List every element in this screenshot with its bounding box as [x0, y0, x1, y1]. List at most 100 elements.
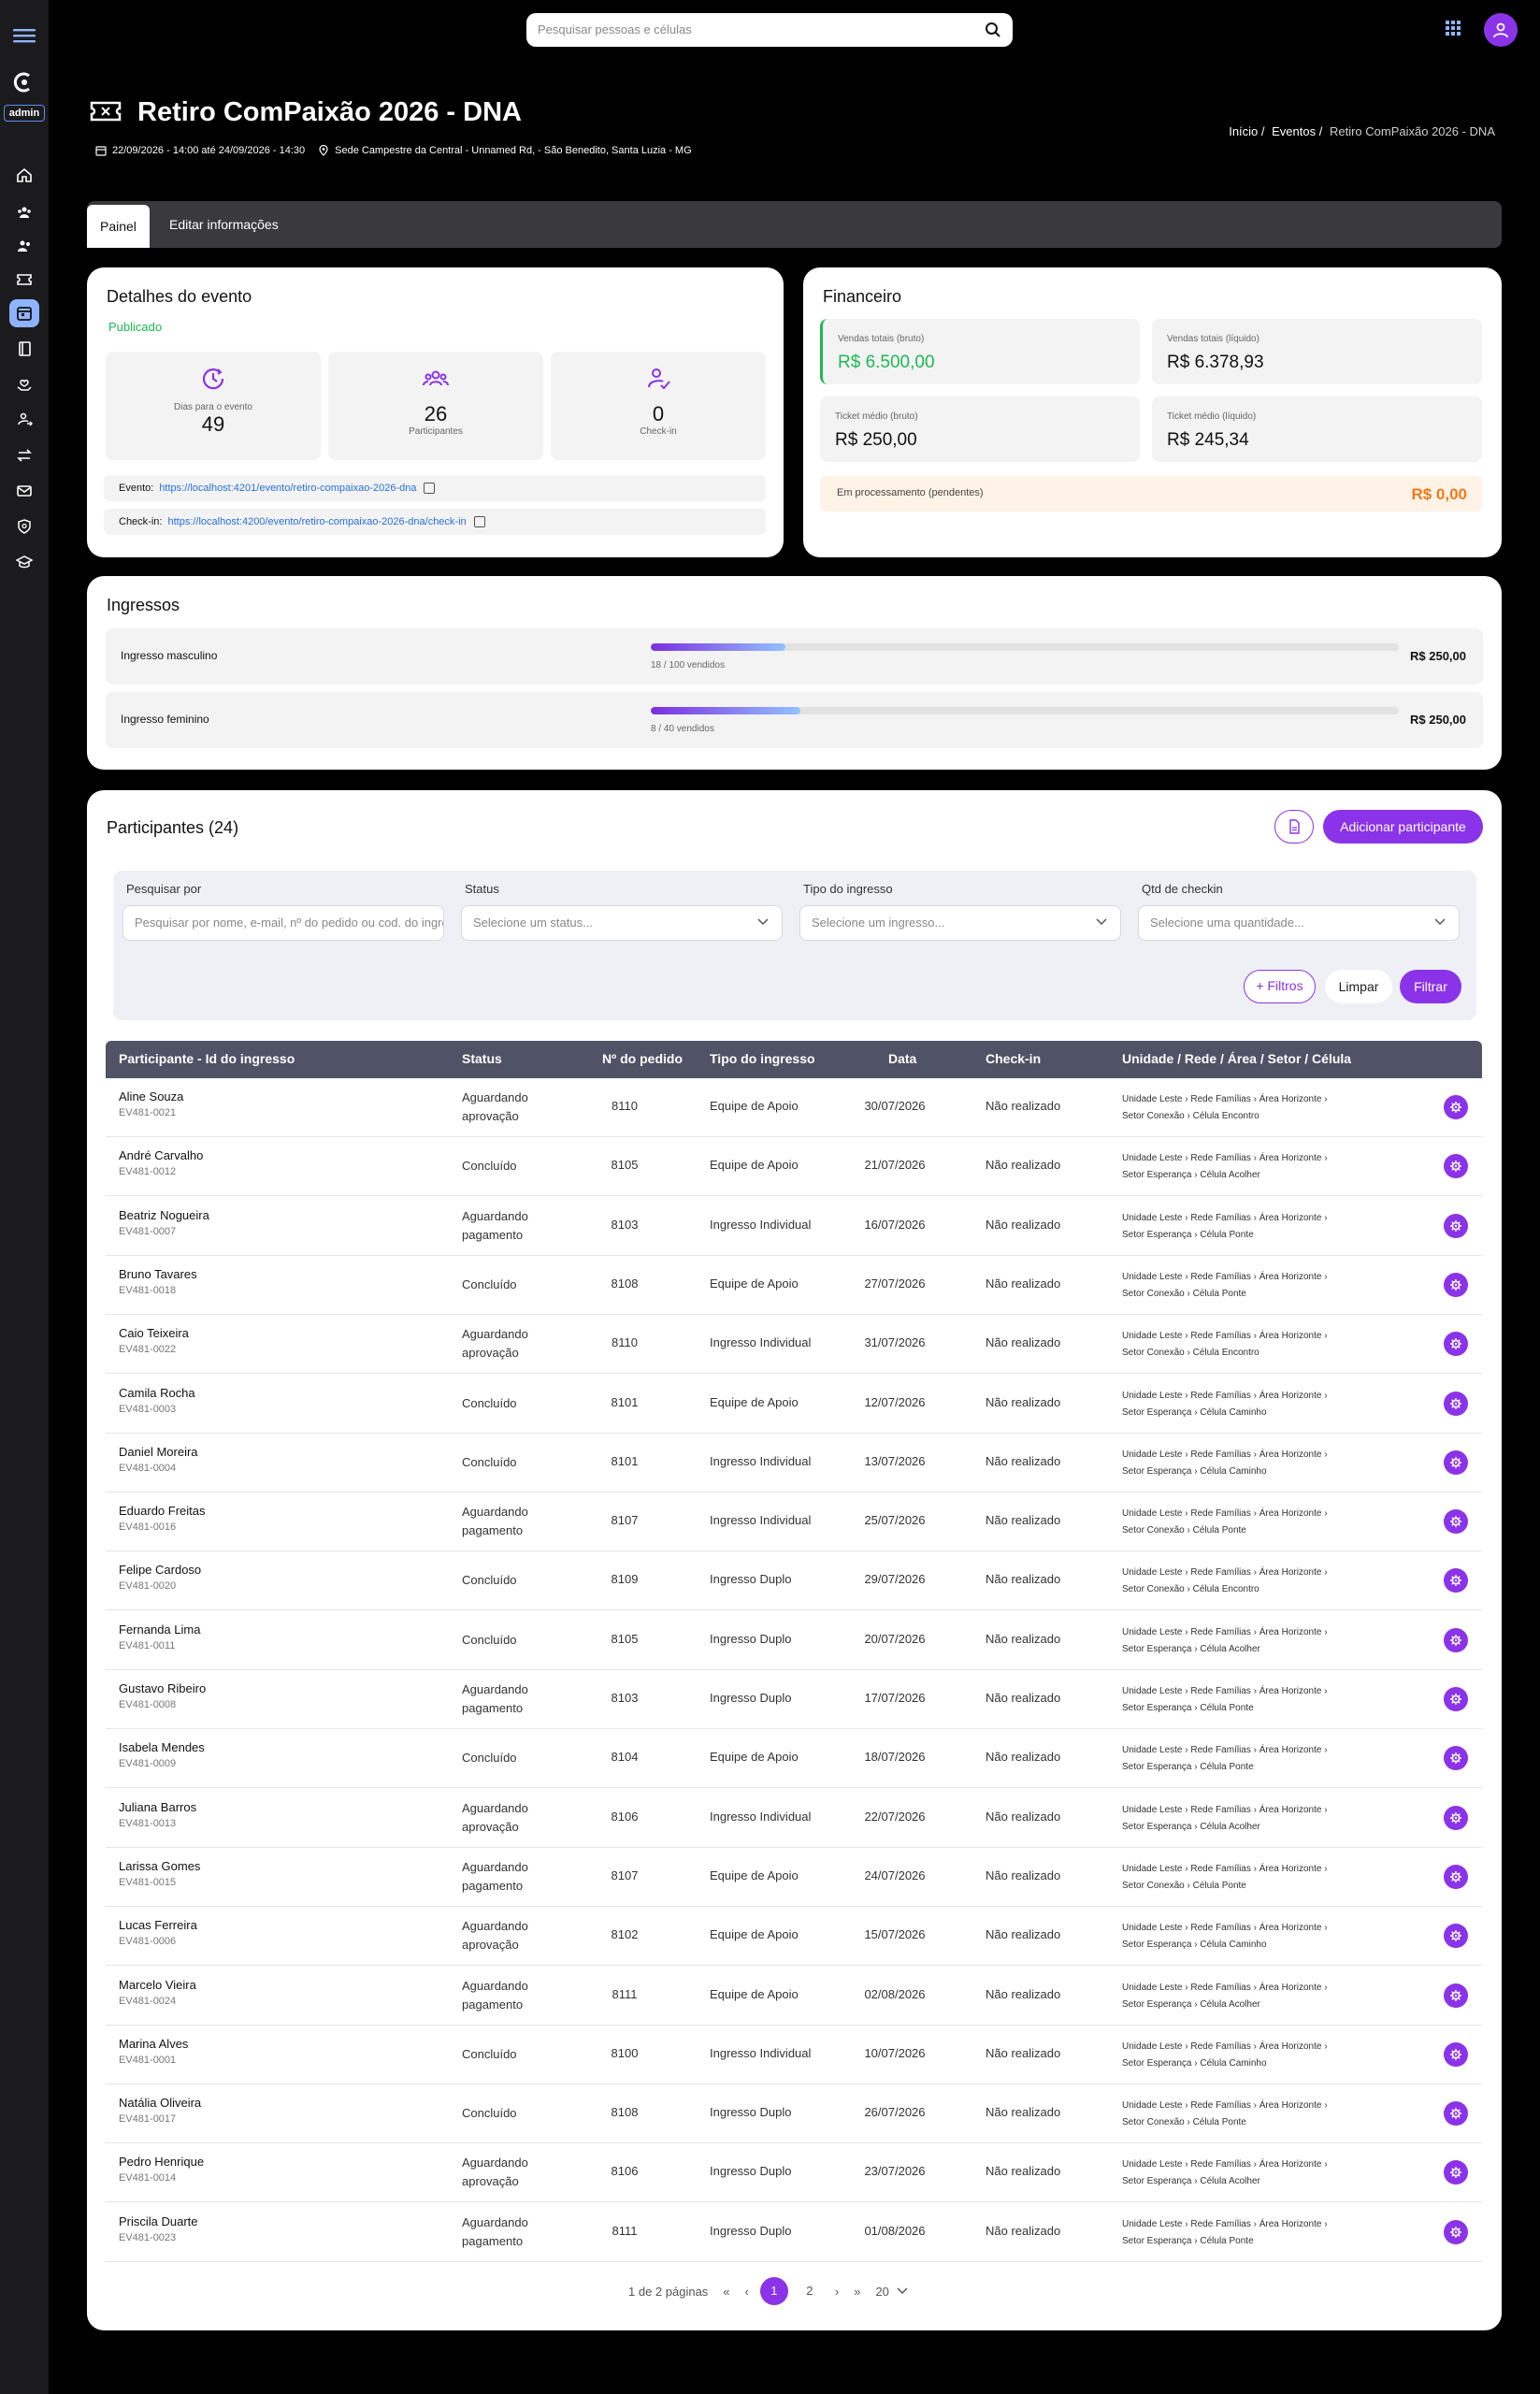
- row-action-button[interactable]: [1444, 2219, 1468, 2244]
- menu-icon[interactable]: [11, 24, 37, 47]
- table-row[interactable]: Natália Oliveira EV481-0017 Concluído 8108 I…: [106, 2084, 1482, 2144]
- participant-name[interactable]: Aline Souza: [119, 1089, 183, 1103]
- table-row[interactable]: Lucas Ferreira EV481-0006 Aguardando aprov…: [106, 1907, 1482, 1967]
- table-row[interactable]: Marina Alves EV481-0001 Concluído 8100 Ingre…: [106, 2026, 1482, 2084]
- row-action-button[interactable]: [1444, 1983, 1468, 2008]
- participant-name[interactable]: Juliana Barros: [119, 1800, 196, 1814]
- copy-icon[interactable]: [424, 483, 436, 495]
- table-row[interactable]: Fernanda Lima EV481-0011 Concluído 8105 Ingr…: [106, 1611, 1482, 1670]
- col-ticket-type[interactable]: Tipo do ingresso: [710, 1051, 815, 1066]
- table-row[interactable]: Aline Souza EV481-0021 Aguardando aprovaçã…: [106, 1078, 1482, 1137]
- ticket-type-select[interactable]: Selecione um ingresso...: [799, 905, 1121, 941]
- participant-name[interactable]: Daniel Moreira: [119, 1445, 198, 1459]
- participant-name[interactable]: Larissa Gomes: [119, 1859, 200, 1873]
- sidebar-item-shield-search[interactable]: [9, 512, 39, 541]
- add-participant-button[interactable]: Adicionar participante: [1323, 810, 1483, 844]
- participant-name[interactable]: Priscila Duarte: [119, 2214, 198, 2228]
- search-input[interactable]: Pesquisar por nome, e-mail, nº do pedido…: [122, 905, 444, 941]
- participant-name[interactable]: Bruno Tavares: [119, 1267, 197, 1281]
- row-action-button[interactable]: [1444, 1154, 1468, 1179]
- row-action-button[interactable]: [1444, 2041, 1468, 2067]
- table-row[interactable]: Larissa Gomes EV481-0015 Aguardando pagame…: [106, 1848, 1482, 1907]
- row-action-button[interactable]: [1444, 1864, 1468, 1889]
- row-action-button[interactable]: [1444, 1095, 1468, 1119]
- sidebar-item-calendar[interactable]: [9, 299, 39, 327]
- apps-grid-icon[interactable]: [1444, 19, 1462, 37]
- participant-name[interactable]: Caio Teixeira: [119, 1326, 189, 1340]
- table-row[interactable]: Caio Teixeira EV481-0022 Aguardando aprova…: [106, 1315, 1482, 1375]
- checkin-link[interactable]: https://localhost:4200/evento/retiro-com…: [167, 516, 466, 527]
- breadcrumb-events[interactable]: Eventos /: [1272, 124, 1322, 138]
- table-row[interactable]: Priscila Duarte EV481-0023 Aguardando paga…: [106, 2203, 1482, 2262]
- page-size-select[interactable]: 20: [875, 2285, 888, 2299]
- table-row[interactable]: Juliana Barros EV481-0013 Aguardando aprov…: [106, 1789, 1482, 1848]
- tab-painel[interactable]: Painel: [87, 205, 150, 248]
- sidebar-item-user-arrow[interactable]: [9, 406, 39, 434]
- more-filters-button[interactable]: + Filtros: [1244, 970, 1316, 1003]
- prev-page-button[interactable]: ‹: [745, 2285, 749, 2299]
- participant-name[interactable]: Camila Rocha: [119, 1386, 195, 1400]
- avatar[interactable]: [1484, 13, 1518, 47]
- sidebar-item-ticket[interactable]: [9, 266, 39, 294]
- page-1-button[interactable]: 1: [759, 2277, 788, 2305]
- copy-icon[interactable]: [473, 516, 485, 528]
- col-participant[interactable]: Participante - Id do ingresso: [119, 1051, 295, 1066]
- sidebar-item-users[interactable]: [9, 232, 39, 260]
- breadcrumb-home[interactable]: Início /: [1229, 124, 1264, 138]
- participant-name[interactable]: André Carvalho: [119, 1148, 203, 1162]
- row-action-button[interactable]: [1444, 1332, 1468, 1357]
- row-action-button[interactable]: [1444, 1391, 1468, 1416]
- participant-name[interactable]: Eduardo Freitas: [119, 1504, 206, 1518]
- table-row[interactable]: André Carvalho EV481-0012 Concluído 8105 Equ…: [106, 1137, 1482, 1197]
- participant-name[interactable]: Natália Oliveira: [119, 2096, 201, 2110]
- row-action-button[interactable]: [1444, 1805, 1468, 1830]
- status-select[interactable]: Selecione um status...: [461, 905, 783, 941]
- first-page-button[interactable]: «: [723, 2285, 729, 2299]
- col-order[interactable]: Nº do pedido: [602, 1051, 683, 1066]
- checkin-qty-select[interactable]: Selecione uma quantidade...: [1138, 905, 1460, 941]
- row-action-button[interactable]: [1444, 1272, 1468, 1297]
- col-status[interactable]: Status: [462, 1051, 502, 1066]
- row-action-button[interactable]: [1444, 1213, 1468, 1238]
- sidebar-item-users-group[interactable]: [9, 198, 39, 226]
- sidebar-item-mail[interactable]: [9, 477, 39, 505]
- participant-name[interactable]: Pedro Henrique: [119, 2155, 204, 2169]
- table-row[interactable]: Eduardo Freitas EV481-0016 Aguardando paga…: [106, 1493, 1482, 1552]
- logo-icon[interactable]: [13, 71, 36, 94]
- participant-name[interactable]: Marina Alves: [119, 2037, 188, 2051]
- next-page-button[interactable]: ›: [835, 2285, 839, 2299]
- table-row[interactable]: Felipe Cardoso EV481-0020 Concluído 8109 Ing…: [106, 1551, 1482, 1611]
- sidebar-item-home[interactable]: [9, 161, 39, 189]
- row-action-button[interactable]: [1444, 2101, 1468, 2127]
- chevron-down-icon[interactable]: [897, 2287, 908, 2295]
- table-row[interactable]: Isabela Mendes EV481-0009 Concluído 8104 Equ…: [106, 1729, 1482, 1789]
- row-action-button[interactable]: [1444, 1687, 1468, 1711]
- row-action-button[interactable]: [1444, 1509, 1468, 1535]
- table-row[interactable]: Pedro Henrique EV481-0014 Aguardando aprov…: [106, 2143, 1482, 2203]
- sidebar-item-transfer[interactable]: [9, 441, 39, 469]
- participant-name[interactable]: Fernanda Lima: [119, 1622, 200, 1637]
- apply-filters-button[interactable]: Filtrar: [1400, 970, 1461, 1003]
- participant-name[interactable]: Beatriz Nogueira: [119, 1208, 209, 1222]
- sidebar-item-graduation-cap[interactable]: [9, 548, 39, 576]
- row-action-button[interactable]: [1444, 1746, 1468, 1771]
- row-action-button[interactable]: [1444, 1627, 1468, 1652]
- row-action-button[interactable]: [1444, 1568, 1468, 1594]
- table-row[interactable]: Daniel Moreira EV481-0004 Concluído 8101 Ing…: [106, 1434, 1482, 1493]
- last-page-button[interactable]: »: [854, 2285, 860, 2299]
- col-checkin[interactable]: Check-in: [986, 1051, 1041, 1066]
- tab-editar[interactable]: Editar informações: [156, 201, 292, 248]
- clear-filters-button[interactable]: Limpar: [1325, 970, 1392, 1003]
- participant-name[interactable]: Gustavo Ribeiro: [119, 1681, 206, 1695]
- participant-name[interactable]: Isabela Mendes: [119, 1740, 205, 1754]
- row-action-button[interactable]: [1444, 2160, 1468, 2185]
- row-action-button[interactable]: [1444, 1924, 1468, 1949]
- sidebar-item-hands-heart[interactable]: [9, 370, 39, 398]
- sidebar-item-book[interactable]: [9, 335, 39, 363]
- col-org[interactable]: Unidade / Rede / Área / Setor / Célula: [1122, 1051, 1351, 1066]
- col-date[interactable]: Data: [888, 1051, 916, 1066]
- table-row[interactable]: Beatriz Nogueira EV481-0007 Aguardando pag…: [106, 1197, 1482, 1256]
- table-row[interactable]: Camila Rocha EV481-0003 Concluído 8101 Equip…: [106, 1375, 1482, 1434]
- table-row[interactable]: Marcelo Vieira EV481-0024 Aguardando pagam…: [106, 1967, 1482, 2026]
- table-row[interactable]: Bruno Tavares EV481-0018 Concluído 8108 Equi…: [106, 1256, 1482, 1315]
